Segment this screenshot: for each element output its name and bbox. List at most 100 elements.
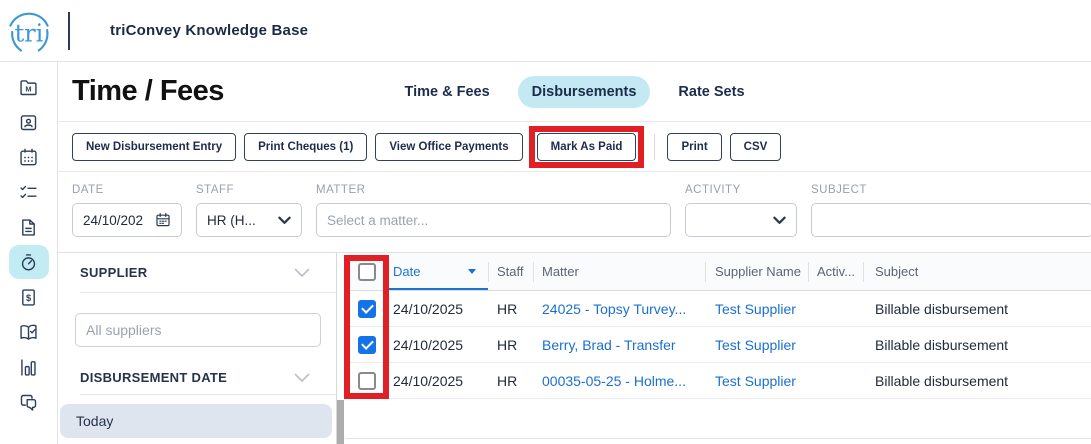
row-subject: Billable disbursement <box>863 301 1091 317</box>
print-button[interactable]: Print <box>667 133 721 161</box>
row-checkbox[interactable] <box>358 372 376 390</box>
matter-link[interactable]: 00035-05-25 - Holme... <box>542 373 686 389</box>
messages-chat-icon <box>18 392 39 413</box>
table-row[interactable]: 24/10/2025 HR Berry, Brad - Transfer Tes… <box>345 327 1091 363</box>
header-divider <box>68 12 70 50</box>
sidebar-item-tasks[interactable] <box>9 175 49 209</box>
staff-filter-select[interactable]: HR (H... <box>196 203 302 237</box>
nav-sidebar: M $ <box>0 62 58 444</box>
calendar-icon <box>18 147 39 168</box>
matter-filter-input[interactable]: Select a matter... <box>316 203 671 237</box>
csv-button[interactable]: CSV <box>730 133 782 161</box>
sidebar-item-contacts[interactable] <box>9 105 49 139</box>
disbursements-toolbar: New Disbursement Entry Print Cheques (1)… <box>58 122 1091 172</box>
column-header-date[interactable]: Date <box>389 253 488 290</box>
tab-time-and-fees[interactable]: Time & Fees <box>390 76 503 108</box>
page-title: Time / Fees <box>72 75 224 108</box>
column-header-date-label: Date <box>393 264 420 279</box>
row-checkbox[interactable] <box>358 300 376 318</box>
row-date: 24/10/2025 <box>389 337 488 353</box>
table-header-row: Date Staff Matter Supplier Name Activ...… <box>345 253 1091 291</box>
filter-bar: DATE 24/10/202 STAFF HR (H... <box>58 172 1091 252</box>
column-header-subject[interactable]: Subject <box>863 253 1091 290</box>
new-disbursement-entry-button[interactable]: New Disbursement Entry <box>72 133 236 161</box>
billing-invoice-icon: $ <box>18 287 39 308</box>
reports-chart-icon <box>18 357 39 378</box>
documents-icon <box>18 217 39 238</box>
matters-folder-icon: M <box>18 77 39 98</box>
column-header-supplier-name[interactable]: Supplier Name <box>705 253 808 290</box>
time-fees-timer-icon <box>18 252 39 273</box>
triconvey-logo[interactable]: tri <box>0 6 58 56</box>
print-cheques-button[interactable]: Print Cheques (1) <box>244 133 367 161</box>
matter-filter-label: MATTER <box>316 184 671 196</box>
supplier-link[interactable]: Test Supplier <box>715 301 796 317</box>
matter-link[interactable]: Berry, Brad - Transfer <box>542 337 676 353</box>
activity-filter-label: ACTIVITY <box>685 184 797 196</box>
row-subject: Billable disbursement <box>863 373 1091 389</box>
refine-panel: SUPPLIER DISBURSEMENT DATE Today <box>58 253 337 444</box>
panel-scrollbar-thumb[interactable] <box>337 400 344 444</box>
chevron-down-icon <box>773 216 786 225</box>
chevron-down-icon[interactable] <box>294 373 310 383</box>
row-subject: Billable disbursement <box>863 337 1091 353</box>
disbursements-table: Date Staff Matter Supplier Name Activ...… <box>337 253 1091 444</box>
subject-filter-input[interactable] <box>811 203 1091 237</box>
sidebar-item-time-fees[interactable] <box>9 245 49 279</box>
svg-text:M: M <box>25 84 31 93</box>
table-row[interactable]: 24/10/2025 HR 00035-05-25 - Holme... Tes… <box>345 363 1091 399</box>
column-header-activity[interactable]: Activ... <box>808 253 863 290</box>
sort-descending-icon <box>468 269 476 274</box>
date-filter-input[interactable]: 24/10/202 <box>72 203 182 237</box>
column-header-matter[interactable]: Matter <box>533 253 705 290</box>
date-filter-value: 24/10/202 <box>83 213 143 228</box>
row-checkbox[interactable] <box>358 336 376 354</box>
supplier-link[interactable]: Test Supplier <box>715 337 796 353</box>
row-date: 24/10/2025 <box>389 301 488 317</box>
sidebar-item-reports[interactable] <box>9 350 49 384</box>
view-office-payments-button[interactable]: View Office Payments <box>375 133 522 161</box>
ledger-book-icon <box>18 322 39 343</box>
calendar-picker-icon[interactable] <box>155 212 171 228</box>
chevron-down-icon <box>278 216 291 225</box>
sidebar-item-matters[interactable]: M <box>9 70 49 104</box>
sidebar-item-calendar[interactable] <box>9 140 49 174</box>
toolbar-divider <box>654 134 655 160</box>
contacts-icon <box>18 112 39 133</box>
app-title: triConvey Knowledge Base <box>110 22 308 39</box>
supplier-search-input[interactable] <box>75 313 321 347</box>
staff-filter-label: STAFF <box>196 184 302 196</box>
row-staff: HR <box>488 301 533 317</box>
quick-filter-today[interactable]: Today <box>60 404 332 438</box>
activity-filter-select[interactable] <box>685 203 797 237</box>
sidebar-item-messages[interactable] <box>9 385 49 419</box>
svg-text:$: $ <box>26 293 31 303</box>
sidebar-item-billing[interactable]: $ <box>9 280 49 314</box>
staff-filter-value: HR (H... <box>207 213 256 228</box>
tab-rate-sets[interactable]: Rate Sets <box>664 76 758 108</box>
sidebar-item-ledger[interactable] <box>9 315 49 349</box>
row-staff: HR <box>488 337 533 353</box>
column-header-staff[interactable]: Staff <box>488 253 533 290</box>
chevron-down-icon[interactable] <box>294 268 310 278</box>
app-header: tri triConvey Knowledge Base <box>0 0 1091 62</box>
select-all-cell <box>345 253 389 290</box>
select-all-checkbox[interactable] <box>358 263 376 281</box>
matter-link[interactable]: 24025 - Topsy Turvey... <box>542 301 686 317</box>
table-row[interactable]: 24/10/2025 HR 24025 - Topsy Turvey... Te… <box>345 291 1091 327</box>
content-area: SUPPLIER DISBURSEMENT DATE Today <box>58 252 1091 444</box>
page-header: Time / Fees Time & Fees Disbursements Ra… <box>58 62 1091 122</box>
sidebar-item-documents[interactable] <box>9 210 49 244</box>
row-checkbox-cell <box>345 372 389 390</box>
date-filter-label: DATE <box>72 184 182 196</box>
tasks-icon <box>18 182 39 203</box>
disbursement-date-section-header[interactable]: DISBURSEMENT DATE <box>80 361 336 395</box>
supplier-section-title: SUPPLIER <box>80 265 147 280</box>
supplier-section-header[interactable]: SUPPLIER <box>80 253 336 293</box>
quick-filter-today-label: Today <box>76 413 113 429</box>
logo-text: tri <box>15 19 44 47</box>
tab-disbursements[interactable]: Disbursements <box>518 76 651 108</box>
subject-filter-label: SUBJECT <box>811 184 1091 196</box>
mark-as-paid-button[interactable]: Mark As Paid <box>537 133 637 161</box>
supplier-link[interactable]: Test Supplier <box>715 373 796 389</box>
